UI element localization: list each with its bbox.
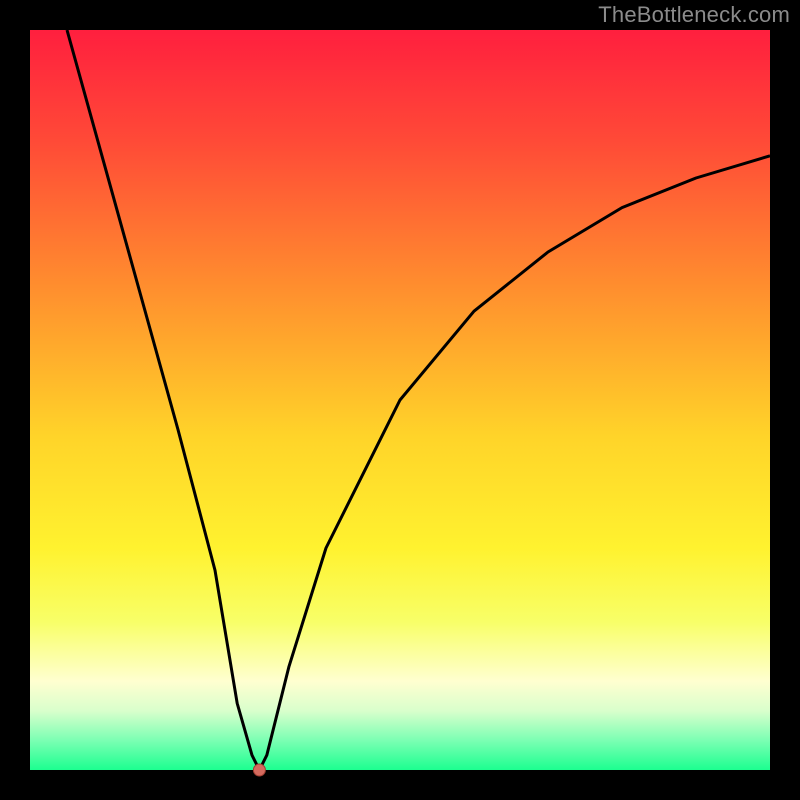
minimum-marker (253, 764, 265, 776)
bottleneck-plot (0, 0, 800, 800)
watermark-text: TheBottleneck.com (598, 2, 790, 28)
chart-frame: TheBottleneck.com (0, 0, 800, 800)
